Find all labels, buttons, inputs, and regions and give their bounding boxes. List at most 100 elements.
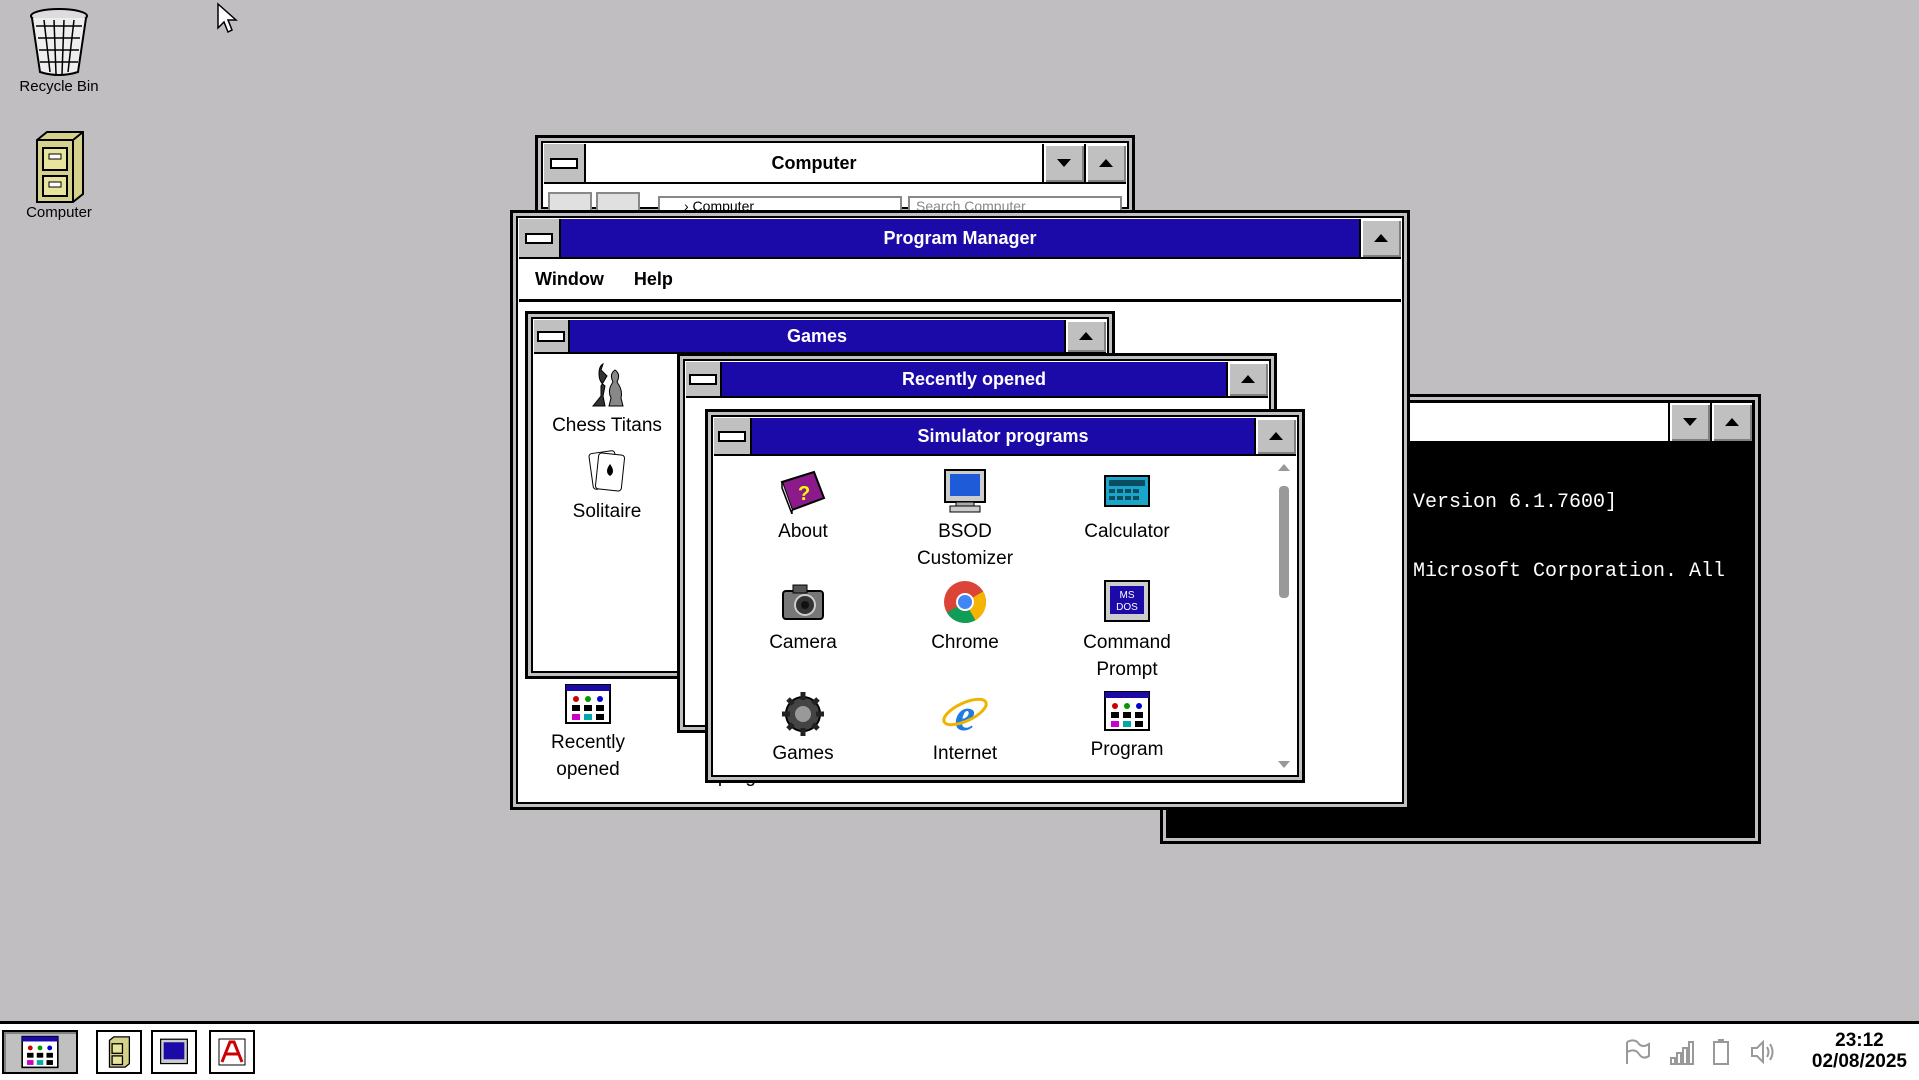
minimize-button[interactable]	[1668, 403, 1710, 441]
maximize-button[interactable]	[1254, 418, 1296, 454]
taskbar-paint-button[interactable]	[209, 1030, 255, 1074]
program-group-icon	[1104, 691, 1150, 731]
computer-window-title[interactable]: Computer	[586, 144, 1042, 182]
program-program[interactable]: Program	[1052, 690, 1202, 763]
program-label: Program	[1090, 739, 1164, 760]
program-manager-title[interactable]: Program Manager	[561, 219, 1359, 257]
chess-icon	[591, 363, 624, 407]
taskbar: 23:12 02/08/2025	[0, 1021, 1919, 1080]
simulator-system-menu[interactable]	[714, 418, 752, 454]
menu-bar: Window Help	[519, 259, 1401, 302]
program-label: Solitaire	[572, 501, 642, 522]
program-label: Command Prompt	[1083, 632, 1171, 680]
program-label: Chess Titans	[552, 415, 662, 436]
battery-icon[interactable]	[1707, 1038, 1735, 1066]
recently-opened-window-title[interactable]: Recently opened	[722, 362, 1226, 396]
program-group-icon	[565, 684, 611, 724]
svg-text:e: e	[955, 690, 975, 736]
taskbar-program-manager-button[interactable]	[2, 1030, 78, 1074]
volume-icon[interactable]	[1749, 1038, 1777, 1066]
program-internet[interactable]: e Internet	[890, 690, 1040, 767]
desktop-icon-computer[interactable]: Computer	[14, 130, 104, 221]
vertical-scrollbar[interactable]	[1274, 460, 1294, 772]
monitor-icon	[944, 469, 986, 513]
solitaire-icon	[588, 450, 626, 492]
internet-explorer-icon: e	[942, 690, 988, 736]
maximize-button[interactable]	[1359, 219, 1401, 257]
desktop-icon-label: Computer	[26, 204, 92, 221]
taskbar-command-prompt-button[interactable]	[151, 1030, 197, 1074]
chevron-up-icon	[1079, 332, 1093, 340]
svg-text:?: ?	[798, 483, 810, 505]
taskbar-computer-button[interactable]	[96, 1030, 142, 1074]
chevron-up-icon	[1099, 159, 1113, 167]
simulator-window-title[interactable]: Simulator programs	[752, 418, 1254, 454]
program-label: Calculator	[1084, 521, 1170, 542]
program-label: Internet	[932, 743, 998, 764]
maximize-button[interactable]	[1084, 144, 1126, 182]
maximize-button[interactable]	[1064, 320, 1106, 352]
camera-icon	[782, 584, 824, 620]
clock[interactable]: 23:12 02/08/2025	[1812, 1030, 1907, 1072]
computer-window-system-menu[interactable]	[544, 144, 586, 182]
recently-opened-system-menu[interactable]	[686, 362, 722, 396]
scroll-up-arrow[interactable]	[1278, 464, 1290, 471]
games-gear-icon	[782, 692, 824, 736]
svg-text:MS: MS	[1120, 590, 1135, 601]
games-window-title[interactable]: Games	[570, 320, 1064, 352]
console-line: Microsoft Corporation. All	[1413, 560, 1726, 583]
program-command-prompt[interactable]: MS DOS Command Prompt	[1052, 579, 1202, 683]
desktop-icon-recycle-bin[interactable]: Recycle Bin	[14, 6, 104, 95]
minimize-button[interactable]	[1042, 144, 1084, 182]
signal-icon[interactable]	[1669, 1038, 1697, 1066]
program-chess-titans[interactable]: Chess Titans	[532, 360, 682, 439]
program-group-icon	[21, 1035, 59, 1069]
program-camera[interactable]: Camera	[728, 579, 878, 656]
chevron-up-icon	[1241, 375, 1255, 383]
chevron-down-icon	[1683, 418, 1697, 426]
program-bsod-customizer[interactable]: BSOD Customizer	[890, 468, 1040, 572]
maximize-button[interactable]	[1710, 403, 1752, 441]
program-manager-system-menu[interactable]	[519, 219, 561, 257]
font-paint-icon	[218, 1038, 246, 1066]
program-about[interactable]: ? About	[728, 468, 878, 545]
chrome-icon	[944, 581, 986, 624]
program-chrome[interactable]: Chrome	[890, 579, 1040, 656]
program-label: Camera	[769, 632, 837, 653]
chevron-up-icon	[1374, 234, 1388, 242]
group-icon-recently-opened[interactable]: Recently opened	[513, 683, 663, 783]
program-label: About	[778, 521, 828, 542]
mouse-cursor-icon	[217, 2, 238, 34]
chevron-up-icon	[1725, 418, 1739, 426]
ms-dos-icon: MS DOS	[1104, 580, 1150, 622]
clock-time: 23:12	[1835, 1030, 1884, 1051]
calculator-icon	[1104, 475, 1150, 507]
maximize-button[interactable]	[1226, 362, 1268, 396]
ms-dos-icon	[160, 1038, 188, 1065]
console-line: Version 6.1.7600]	[1413, 491, 1618, 514]
menu-help[interactable]: Help	[634, 269, 673, 290]
program-manager-window[interactable]: Program Manager Window Help Recently ope…	[510, 210, 1410, 810]
chevron-down-icon	[1057, 159, 1071, 167]
computer-window[interactable]: Computer › Computer Search Computer	[535, 135, 1135, 228]
scroll-down-arrow[interactable]	[1278, 761, 1290, 768]
flag-icon[interactable]	[1623, 1038, 1651, 1066]
svg-text:DOS: DOS	[1116, 602, 1138, 613]
program-games[interactable]: Games	[728, 690, 878, 767]
recycle-bin-icon	[24, 6, 94, 86]
program-solitaire[interactable]: Solitaire	[532, 446, 682, 525]
program-calculator[interactable]: Calculator	[1052, 468, 1202, 545]
group-icon-label: Recently opened	[551, 732, 625, 780]
chevron-up-icon	[1269, 432, 1283, 440]
desktop-icon-label: Recycle Bin	[19, 78, 99, 95]
computer-cabinet-icon	[24, 130, 94, 210]
clock-date: 02/08/2025	[1811, 1051, 1907, 1072]
menu-window[interactable]: Window	[535, 269, 604, 290]
scroll-thumb[interactable]	[1279, 486, 1289, 598]
games-system-menu[interactable]	[534, 320, 570, 352]
program-label: Games	[772, 743, 834, 764]
console-output[interactable]: Version 6.1.7600] Microsoft Corporation.…	[1413, 445, 1726, 629]
computer-cabinet-icon	[108, 1036, 131, 1068]
program-label: Chrome	[931, 632, 999, 653]
simulator-programs-window[interactable]: Simulator programs ? About BSOD Customiz…	[705, 409, 1305, 783]
